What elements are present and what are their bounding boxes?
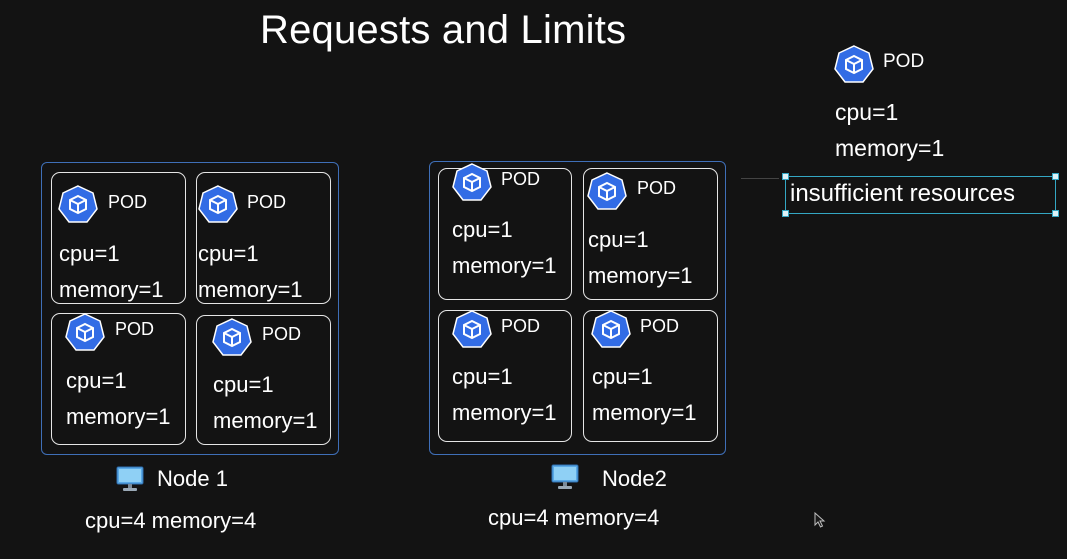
connector-line xyxy=(741,178,779,179)
pod-label: POD xyxy=(115,319,155,339)
pod-icon xyxy=(58,185,98,223)
pod-label: POD xyxy=(108,192,148,212)
pod-resources: cpu=1 memory=1 xyxy=(452,359,557,431)
pod-label: POD xyxy=(501,169,541,189)
pending-pod-icon xyxy=(834,45,874,83)
node-2-capacity: cpu=4 memory=4 xyxy=(488,505,660,530)
pending-pod-resources: cpu=1 memory=1 xyxy=(835,94,944,166)
node-1-capacity: cpu=4 memory=4 xyxy=(85,508,257,533)
pod-icon xyxy=(591,310,631,348)
pod-cpu: cpu=1 xyxy=(588,227,649,252)
pod-resources: cpu=1 memory=1 xyxy=(592,359,697,431)
mouse-pointer-icon xyxy=(814,512,826,528)
pod-memory: memory=1 xyxy=(592,400,697,425)
pod-resources: cpu=1 memory=1 xyxy=(59,236,164,308)
pod-memory: memory=1 xyxy=(59,277,164,302)
pod-memory: memory=1 xyxy=(66,404,171,429)
selection-handle[interactable] xyxy=(782,173,789,180)
node-monitor-icon xyxy=(116,466,144,491)
pod-label: POD xyxy=(640,316,680,336)
pod-resources: cpu=1 memory=1 xyxy=(213,367,318,439)
pod-label: POD xyxy=(262,324,302,344)
pod-icon xyxy=(212,318,252,356)
pod-label: POD xyxy=(637,178,677,198)
pod-cpu: cpu=1 xyxy=(198,241,259,266)
pod-icon xyxy=(198,185,238,223)
pod-memory: memory=1 xyxy=(588,263,693,288)
node-monitor-icon xyxy=(551,464,579,489)
pod-icon xyxy=(452,310,492,348)
pod-icon xyxy=(452,163,492,201)
selection-handle[interactable] xyxy=(782,210,789,217)
node-1-name: Node 1 xyxy=(157,466,228,491)
pod-cpu: cpu=1 xyxy=(213,372,274,397)
pod-cpu: cpu=1 xyxy=(592,364,653,389)
pod-label: POD xyxy=(501,316,541,336)
pod-resources: cpu=1 memory=1 xyxy=(66,363,171,435)
node-2-name: Node2 xyxy=(602,466,667,491)
pod-memory: memory=1 xyxy=(452,400,557,425)
pod-resources: cpu=1 memory=1 xyxy=(452,212,557,284)
diagram-title: Requests and Limits xyxy=(260,8,627,52)
insufficient-resources-textbox[interactable]: insufficient resources xyxy=(785,176,1056,214)
pod-memory: memory=1 xyxy=(213,408,318,433)
pod-memory: memory=1 xyxy=(452,253,557,278)
pod-cpu: cpu=1 xyxy=(452,217,513,242)
pod-resources: cpu=1 memory=1 xyxy=(198,236,303,308)
pending-pod-label: POD xyxy=(883,51,925,72)
insufficient-resources-text: insufficient resources xyxy=(790,180,1015,207)
pod-resources: cpu=1 memory=1 xyxy=(588,222,693,294)
pod-label: POD xyxy=(247,192,287,212)
pod-icon xyxy=(65,313,105,351)
pending-pod-memory: memory=1 xyxy=(835,135,945,161)
pending-pod-cpu: cpu=1 xyxy=(835,99,899,125)
pod-memory: memory=1 xyxy=(198,277,303,302)
selection-handle[interactable] xyxy=(1052,173,1059,180)
pod-cpu: cpu=1 xyxy=(66,368,127,393)
pod-cpu: cpu=1 xyxy=(59,241,120,266)
pod-cpu: cpu=1 xyxy=(452,364,513,389)
pod-icon xyxy=(587,172,627,210)
selection-handle[interactable] xyxy=(1052,210,1059,217)
